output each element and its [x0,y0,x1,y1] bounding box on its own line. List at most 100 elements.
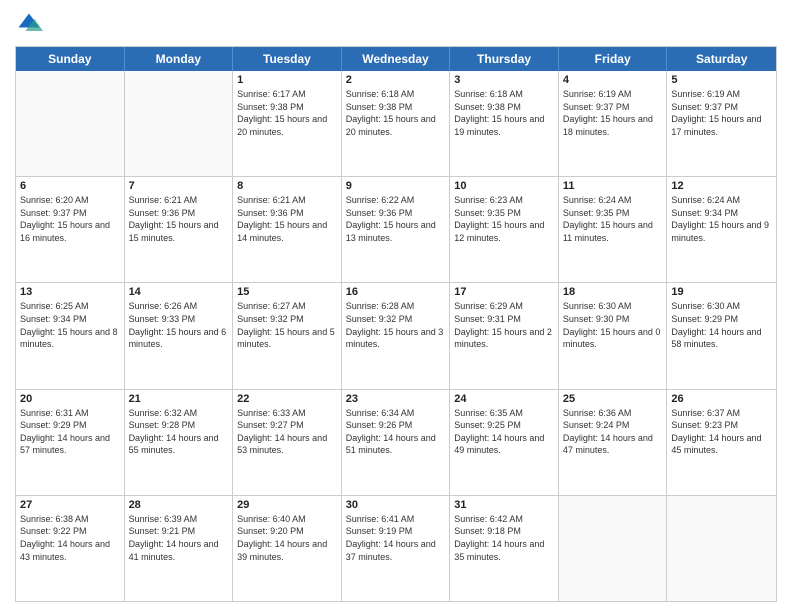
calendar-day-9: 9Sunrise: 6:22 AM Sunset: 9:36 PM Daylig… [342,177,451,282]
day-number: 16 [346,286,446,298]
day-number: 20 [20,393,120,405]
calendar-day-8: 8 Sunrise: 6:21 AM Sunset: 9:36 PM Daylig… [233,177,342,282]
calendar-day-6: 6 Sunrise: 6:20 AM Sunset: 9:37 PM Daylig… [16,177,125,282]
day-number: 23 [346,393,446,405]
calendar-body: 1Sunrise: 6:17 AM Sunset: 9:38 PM Daylig… [16,71,776,601]
day-info: Sunrise: 6:25 AM Sunset: 9:34 PM Dayligh… [20,300,120,350]
day-info: Sunrise: 6:33 AM Sunset: 9:27 PM Dayligh… [237,407,337,457]
calendar-day-31: 31 Sunrise: 6:42 AM Sunset: 9:18 PM Dayli… [450,496,559,601]
logo [15,10,47,38]
calendar-week-4: 20 Sunrise: 6:31 AM Sunset: 9:29 PM Dayli… [16,390,776,496]
day-info: Sunrise: 6:18 AM Sunset: 9:38 PM Dayligh… [346,88,446,138]
day-number: 28 [129,499,229,511]
calendar-day-30: 30Sunrise: 6:41 AM Sunset: 9:19 PM Dayli… [342,496,451,601]
calendar-day-11: 11 Sunrise: 6:24 AM Sunset: 9:35 PM Dayli… [559,177,668,282]
day-number: 8 [237,180,337,192]
header-day-wednesday: Wednesday [342,47,451,71]
day-info: Sunrise: 6:24 AM Sunset: 9:34 PM Dayligh… [671,194,772,244]
day-number: 14 [129,286,229,298]
calendar-day-5: 5 Sunrise: 6:19 AM Sunset: 9:37 PM Daylig… [667,71,776,176]
calendar-week-2: 6 Sunrise: 6:20 AM Sunset: 9:37 PM Daylig… [16,177,776,283]
day-number: 10 [454,180,554,192]
calendar-day-27: 27Sunrise: 6:38 AM Sunset: 9:22 PM Dayli… [16,496,125,601]
day-info: Sunrise: 6:19 AM Sunset: 9:37 PM Dayligh… [563,88,663,138]
calendar-week-1: 1Sunrise: 6:17 AM Sunset: 9:38 PM Daylig… [16,71,776,177]
day-info: Sunrise: 6:28 AM Sunset: 9:32 PM Dayligh… [346,300,446,350]
day-info: Sunrise: 6:30 AM Sunset: 9:30 PM Dayligh… [563,300,663,350]
calendar-day-20: 20 Sunrise: 6:31 AM Sunset: 9:29 PM Dayli… [16,390,125,495]
day-number: 30 [346,499,446,511]
calendar-day-16: 16 Sunrise: 6:28 AM Sunset: 9:32 PM Dayli… [342,283,451,388]
day-number: 4 [563,74,663,86]
calendar-day-26: 26Sunrise: 6:37 AM Sunset: 9:23 PM Dayli… [667,390,776,495]
page: SundayMondayTuesdayWednesdayThursdayFrid… [0,0,792,612]
day-number: 15 [237,286,337,298]
day-number: 24 [454,393,554,405]
calendar-week-5: 27Sunrise: 6:38 AM Sunset: 9:22 PM Dayli… [16,496,776,601]
day-info: Sunrise: 6:21 AM Sunset: 9:36 PM Dayligh… [237,194,337,244]
day-info: Sunrise: 6:29 AM Sunset: 9:31 PM Dayligh… [454,300,554,350]
calendar-empty-cell [125,71,234,176]
calendar-day-29: 29 Sunrise: 6:40 AM Sunset: 9:20 PM Dayli… [233,496,342,601]
calendar-day-7: 7Sunrise: 6:21 AM Sunset: 9:36 PM Daylig… [125,177,234,282]
header-day-sunday: Sunday [16,47,125,71]
day-info: Sunrise: 6:35 AM Sunset: 9:25 PM Dayligh… [454,407,554,457]
calendar-day-19: 19 Sunrise: 6:30 AM Sunset: 9:29 PM Dayli… [667,283,776,388]
calendar-day-4: 4 Sunrise: 6:19 AM Sunset: 9:37 PM Daylig… [559,71,668,176]
calendar-week-3: 13 Sunrise: 6:25 AM Sunset: 9:34 PM Dayli… [16,283,776,389]
day-number: 5 [671,74,772,86]
calendar-day-23: 23Sunrise: 6:34 AM Sunset: 9:26 PM Dayli… [342,390,451,495]
day-number: 21 [129,393,229,405]
day-number: 25 [563,393,663,405]
calendar: SundayMondayTuesdayWednesdayThursdayFrid… [15,46,777,602]
calendar-day-22: 22 Sunrise: 6:33 AM Sunset: 9:27 PM Dayli… [233,390,342,495]
header-day-thursday: Thursday [450,47,559,71]
day-number: 17 [454,286,554,298]
day-info: Sunrise: 6:38 AM Sunset: 9:22 PM Dayligh… [20,513,120,563]
calendar-day-12: 12 Sunrise: 6:24 AM Sunset: 9:34 PM Dayli… [667,177,776,282]
day-info: Sunrise: 6:21 AM Sunset: 9:36 PM Dayligh… [129,194,229,244]
calendar-day-17: 17 Sunrise: 6:29 AM Sunset: 9:31 PM Dayli… [450,283,559,388]
day-number: 22 [237,393,337,405]
day-info: Sunrise: 6:23 AM Sunset: 9:35 PM Dayligh… [454,194,554,244]
header-day-saturday: Saturday [667,47,776,71]
day-info: Sunrise: 6:32 AM Sunset: 9:28 PM Dayligh… [129,407,229,457]
day-number: 29 [237,499,337,511]
day-info: Sunrise: 6:42 AM Sunset: 9:18 PM Dayligh… [454,513,554,563]
day-number: 26 [671,393,772,405]
calendar-day-25: 25 Sunrise: 6:36 AM Sunset: 9:24 PM Dayli… [559,390,668,495]
calendar-day-3: 3 Sunrise: 6:18 AM Sunset: 9:38 PM Daylig… [450,71,559,176]
day-info: Sunrise: 6:24 AM Sunset: 9:35 PM Dayligh… [563,194,663,244]
day-number: 3 [454,74,554,86]
calendar-day-13: 13 Sunrise: 6:25 AM Sunset: 9:34 PM Dayli… [16,283,125,388]
day-number: 9 [346,180,446,192]
day-info: Sunrise: 6:31 AM Sunset: 9:29 PM Dayligh… [20,407,120,457]
day-number: 31 [454,499,554,511]
day-number: 18 [563,286,663,298]
calendar-day-10: 10 Sunrise: 6:23 AM Sunset: 9:35 PM Dayli… [450,177,559,282]
calendar-day-14: 14 Sunrise: 6:26 AM Sunset: 9:33 PM Dayli… [125,283,234,388]
calendar-day-15: 15Sunrise: 6:27 AM Sunset: 9:32 PM Dayli… [233,283,342,388]
calendar-empty-cell [16,71,125,176]
day-info: Sunrise: 6:26 AM Sunset: 9:33 PM Dayligh… [129,300,229,350]
calendar-day-2: 2Sunrise: 6:18 AM Sunset: 9:38 PM Daylig… [342,71,451,176]
header-day-friday: Friday [559,47,668,71]
day-info: Sunrise: 6:18 AM Sunset: 9:38 PM Dayligh… [454,88,554,138]
day-number: 13 [20,286,120,298]
day-info: Sunrise: 6:20 AM Sunset: 9:37 PM Dayligh… [20,194,120,244]
day-info: Sunrise: 6:30 AM Sunset: 9:29 PM Dayligh… [671,300,772,350]
calendar-day-1: 1Sunrise: 6:17 AM Sunset: 9:38 PM Daylig… [233,71,342,176]
day-number: 19 [671,286,772,298]
day-number: 6 [20,180,120,192]
calendar-empty-cell [667,496,776,601]
calendar-day-24: 24 Sunrise: 6:35 AM Sunset: 9:25 PM Dayli… [450,390,559,495]
header-day-monday: Monday [125,47,234,71]
day-info: Sunrise: 6:40 AM Sunset: 9:20 PM Dayligh… [237,513,337,563]
day-number: 11 [563,180,663,192]
header-day-tuesday: Tuesday [233,47,342,71]
day-info: Sunrise: 6:19 AM Sunset: 9:37 PM Dayligh… [671,88,772,138]
day-info: Sunrise: 6:36 AM Sunset: 9:24 PM Dayligh… [563,407,663,457]
calendar-header-row: SundayMondayTuesdayWednesdayThursdayFrid… [16,47,776,71]
day-number: 12 [671,180,772,192]
day-number: 1 [237,74,337,86]
